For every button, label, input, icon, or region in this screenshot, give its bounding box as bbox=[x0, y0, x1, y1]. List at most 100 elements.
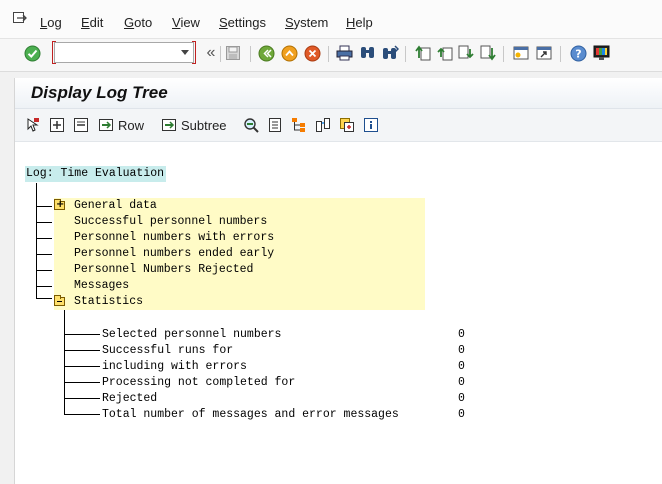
tree-node-personnel-numbers-ended-early[interactable]: Personnel numbers ended early bbox=[54, 246, 425, 262]
subtree-button-label: Subtree bbox=[181, 117, 227, 133]
stat-label[interactable]: Rejected bbox=[102, 391, 157, 407]
command-field[interactable] bbox=[54, 42, 194, 63]
choose-icon[interactable] bbox=[25, 117, 41, 133]
application-toolbar: Row Subtree bbox=[15, 109, 662, 142]
toolbar-separator bbox=[405, 46, 406, 62]
menu-label-rest: ettings bbox=[227, 15, 266, 30]
detail-list-icon[interactable] bbox=[267, 117, 283, 133]
menu-settings[interactable]: Settings bbox=[219, 15, 266, 30]
collapse-node-icon[interactable] bbox=[73, 117, 89, 133]
stat-label[interactable]: Processing not completed for bbox=[102, 375, 295, 391]
folder-open-icon[interactable] bbox=[54, 295, 65, 306]
menu-accesskey-letter: H bbox=[346, 15, 356, 30]
tree-node-label: Statistics bbox=[74, 295, 144, 308]
page-title: Display Log Tree bbox=[31, 83, 168, 102]
menu-goto-label: Goto bbox=[124, 15, 152, 30]
tree-node-general-data[interactable]: General data bbox=[54, 197, 425, 214]
tree-node-successful-personnel-numbers[interactable]: Successful personnel numbers bbox=[54, 214, 425, 230]
cancel-icon[interactable] bbox=[303, 44, 321, 62]
tree-connector-line bbox=[36, 206, 52, 207]
expand-icon[interactable] bbox=[49, 117, 65, 133]
menu-label-rest: ystem bbox=[293, 15, 329, 30]
command-field-bracket-right bbox=[192, 41, 196, 64]
menu-help-label: Help bbox=[346, 15, 373, 30]
subtree-icon bbox=[162, 119, 176, 131]
menu-log[interactable]: Log bbox=[40, 15, 62, 30]
tree-connector-line bbox=[64, 310, 65, 415]
stat-value: 0 bbox=[458, 392, 465, 405]
tree-connector-line bbox=[36, 286, 52, 287]
find-in-tree-icon[interactable] bbox=[243, 117, 259, 133]
menu-log-label: Log bbox=[40, 15, 62, 30]
exit-icon[interactable] bbox=[280, 44, 298, 62]
tree-connector-line bbox=[64, 350, 100, 351]
back-icon[interactable] bbox=[257, 44, 275, 62]
command-dropdown-arrow-icon[interactable] bbox=[181, 50, 189, 55]
shortcut-icon[interactable] bbox=[535, 44, 553, 62]
tree-node-label: General data bbox=[74, 199, 157, 212]
hierarchy-icon[interactable] bbox=[291, 117, 307, 133]
menu-view-label: View bbox=[172, 15, 200, 30]
copy-icon[interactable] bbox=[339, 117, 355, 133]
tree-connector-line bbox=[36, 298, 52, 299]
stat-value: 0 bbox=[458, 344, 465, 357]
tree-connector-line bbox=[64, 398, 100, 399]
folder-closed-icon[interactable] bbox=[54, 197, 65, 213]
tree-node-label: Personnel Numbers Rejected bbox=[74, 263, 254, 276]
split-view-icon[interactable] bbox=[315, 117, 331, 133]
tree-node-messages[interactable]: Messages bbox=[54, 278, 425, 294]
row-button-label: Row bbox=[118, 117, 145, 133]
tree-node-label: Personnel numbers ended early bbox=[74, 247, 275, 260]
menu-view[interactable]: View bbox=[172, 15, 200, 30]
collapse-icon[interactable]: « bbox=[202, 44, 220, 62]
menu-icon[interactable] bbox=[13, 12, 27, 24]
stat-label[interactable]: including with errors bbox=[102, 359, 247, 375]
tree-connector-line bbox=[64, 414, 100, 415]
command-input[interactable] bbox=[57, 44, 179, 63]
create-session-icon[interactable] bbox=[512, 44, 530, 62]
row-button[interactable]: Row bbox=[98, 117, 144, 133]
toolbar-separator bbox=[328, 46, 329, 62]
stat-value: 0 bbox=[458, 360, 465, 373]
menu-accesskey-letter: S bbox=[285, 15, 294, 30]
tree-node-statistics[interactable]: Statistics bbox=[54, 294, 425, 310]
tree-root-node[interactable]: Log: Time Evaluation bbox=[25, 166, 167, 182]
menu-label-rest: iew bbox=[180, 15, 200, 30]
tree-node-personnel-numbers-with-errors[interactable]: Personnel numbers with errors bbox=[54, 230, 425, 246]
subtree-button[interactable]: Subtree bbox=[161, 117, 227, 133]
enter-icon[interactable] bbox=[23, 44, 41, 62]
save-icon[interactable] bbox=[224, 44, 242, 62]
stat-label[interactable]: Successful runs for bbox=[102, 343, 233, 359]
help-icon[interactable]: ? bbox=[569, 44, 587, 62]
menu-edit-label: Edit bbox=[81, 15, 103, 30]
first-page-icon[interactable] bbox=[413, 44, 431, 62]
menu-label-rest: oto bbox=[134, 15, 153, 30]
find-icon[interactable] bbox=[358, 44, 376, 62]
row-icon bbox=[99, 119, 113, 131]
tree-connector-line bbox=[36, 238, 52, 239]
menu-system[interactable]: System bbox=[285, 15, 328, 30]
last-page-icon[interactable] bbox=[479, 44, 497, 62]
stat-label[interactable]: Total number of messages and error messa… bbox=[102, 407, 399, 423]
tree-connector-line bbox=[64, 382, 100, 383]
toolbar-separator bbox=[220, 46, 221, 62]
information-icon[interactable] bbox=[363, 117, 379, 133]
svg-text:?: ? bbox=[575, 47, 581, 60]
menu-edit[interactable]: Edit bbox=[81, 15, 103, 30]
stat-label[interactable]: Selected personnel numbers bbox=[102, 327, 281, 343]
menu-accesskey-letter: G bbox=[124, 15, 135, 30]
next-page-icon[interactable] bbox=[457, 44, 475, 62]
find-next-icon[interactable] bbox=[381, 44, 399, 62]
toolbar-separator bbox=[250, 46, 251, 62]
menu-goto[interactable]: Goto bbox=[124, 15, 152, 30]
standard-toolbar: « ? bbox=[0, 39, 662, 72]
menu-bar: Log Edit Goto View Settings System Help bbox=[0, 0, 662, 39]
stat-value: 0 bbox=[458, 376, 465, 389]
print-icon[interactable] bbox=[335, 44, 353, 62]
previous-page-icon[interactable] bbox=[435, 44, 453, 62]
menu-label-rest: dit bbox=[89, 15, 104, 30]
tree-connector-line bbox=[64, 334, 100, 335]
customize-layout-icon[interactable] bbox=[592, 44, 610, 62]
tree-node-personnel-numbers-rejected[interactable]: Personnel Numbers Rejected bbox=[54, 262, 425, 278]
menu-help[interactable]: Help bbox=[346, 15, 373, 30]
